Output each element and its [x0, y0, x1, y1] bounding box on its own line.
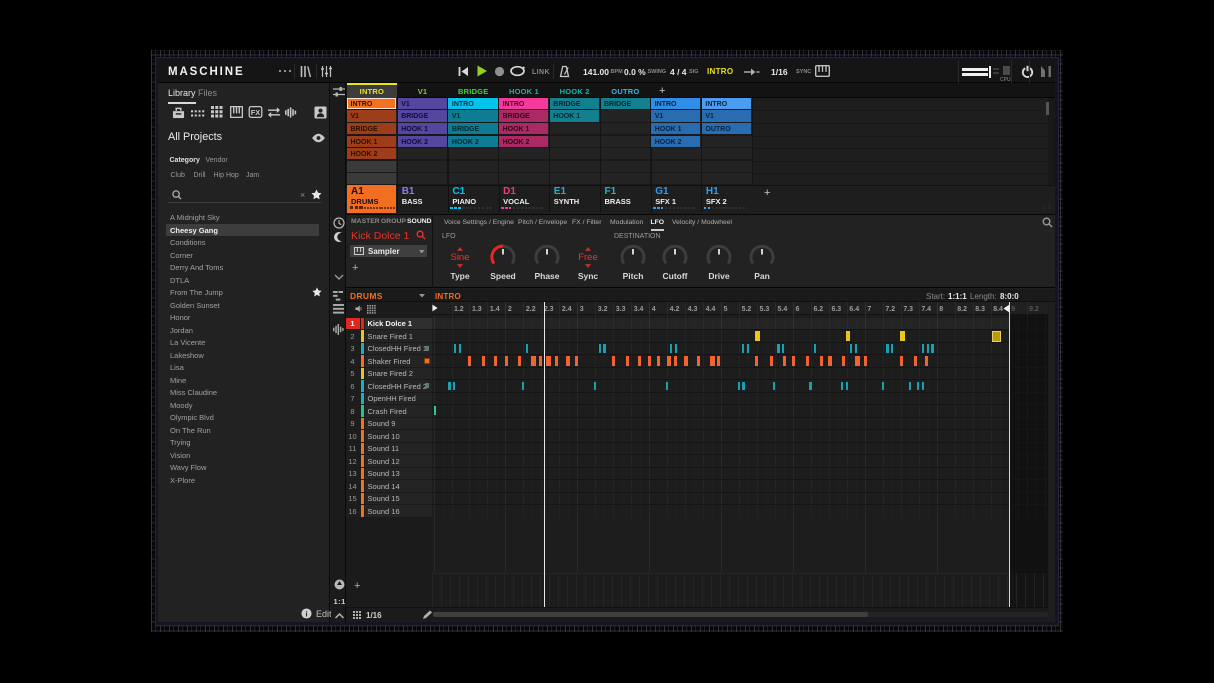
svg-text:CPU: CPU	[1000, 77, 1011, 82]
svg-text:i: i	[305, 609, 307, 618]
svg-text:FX: FX	[251, 108, 261, 117]
